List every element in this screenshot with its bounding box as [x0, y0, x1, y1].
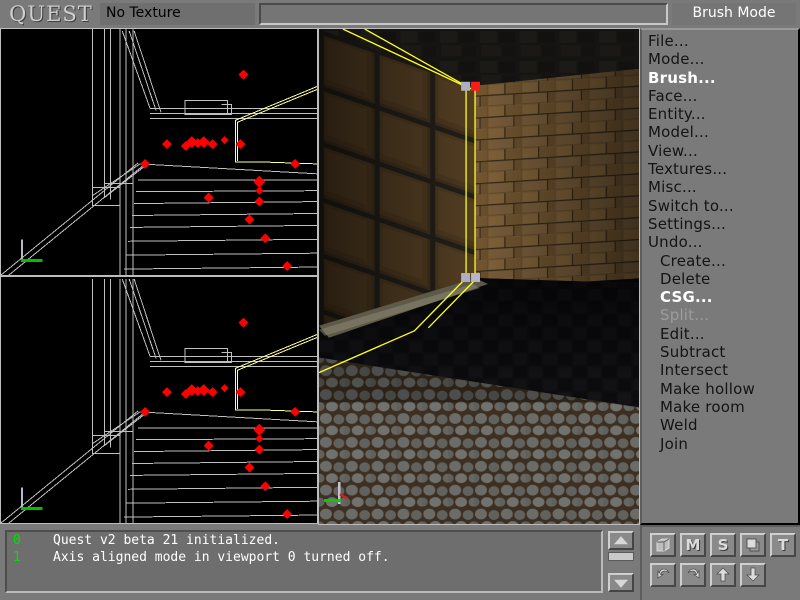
status-field[interactable] [259, 3, 668, 25]
arrow-down-icon [745, 567, 761, 583]
redo-arrow-icon [685, 567, 702, 583]
console-line: 1Axis aligned mode in viewport 0 turned … [7, 549, 601, 566]
active-handle [471, 82, 480, 91]
menu-item-make-room[interactable]: Make room [648, 398, 794, 416]
console-line-text: Axis aligned mode in viewport 0 turned o… [53, 550, 390, 565]
menu-item-list: File...Mode...Brush...Face...Entity...Mo… [648, 32, 794, 453]
console-scrollbar[interactable] [607, 530, 635, 593]
brush-tool-button[interactable] [650, 533, 676, 557]
menu-item-settings[interactable]: Settings... [648, 215, 794, 233]
menu-item-file[interactable]: File... [648, 32, 794, 50]
menu-item-model[interactable]: Model... [648, 123, 794, 141]
viewport-0[interactable] [0, 28, 318, 276]
menu-item-undo[interactable]: Undo... [648, 233, 794, 251]
menu-item-join[interactable]: Join [648, 435, 794, 453]
scrollbar-thumb[interactable] [608, 552, 634, 561]
menu-item-intersect[interactable]: Intersect [648, 361, 794, 379]
select-tool-button[interactable]: S [710, 533, 736, 557]
arrow-up-icon [715, 567, 731, 583]
console-line-number: 0 [7, 532, 53, 549]
console-output[interactable]: 0Quest v2 beta 21 initialized.1Axis alig… [5, 530, 603, 593]
top-toolbar: QUEST No Texture Brush Mode [0, 0, 800, 28]
viewport-1-canvas [1, 277, 317, 523]
viewport-1[interactable] [0, 276, 318, 524]
console-area: 0Quest v2 beta 21 initialized.1Axis alig… [0, 525, 640, 600]
menu-item-delete[interactable]: Delete [648, 270, 794, 288]
console-line-number: 1 [7, 549, 53, 566]
menu-item-make-hollow[interactable]: Make hollow [648, 380, 794, 398]
edit-mode-indicator[interactable]: Brush Mode [672, 3, 796, 25]
current-texture-field[interactable]: No Texture [100, 3, 255, 25]
viewport-2-canvas [319, 29, 639, 524]
cube-icon [655, 537, 671, 553]
raise-button[interactable] [710, 563, 736, 587]
lower-button[interactable] [740, 563, 766, 587]
squares-icon [745, 537, 761, 553]
triangle-up-icon [614, 536, 628, 544]
menu-item-csg[interactable]: CSG... [648, 288, 794, 306]
triangle-down-icon [614, 579, 628, 587]
command-menu-panel: File...Mode...Brush...Face...Entity...Mo… [640, 28, 800, 525]
menu-item-face[interactable]: Face... [648, 87, 794, 105]
scroll-up-button[interactable] [608, 531, 634, 550]
menu-item-weld[interactable]: Weld [648, 416, 794, 434]
console-line-text: Quest v2 beta 21 initialized. [53, 533, 280, 548]
menu-item-subtract[interactable]: Subtract [648, 343, 794, 361]
quest-editor-window: QUEST No Texture Brush Mode [0, 0, 800, 600]
undo-button[interactable] [650, 563, 676, 587]
viewport-2[interactable] [318, 28, 640, 525]
menu-item-textures[interactable]: Textures... [648, 160, 794, 178]
model-tool-button[interactable]: M [680, 533, 706, 557]
menu-item-edit[interactable]: Edit... [648, 325, 794, 343]
menu-item-switch-to[interactable]: Switch to... [648, 197, 794, 215]
texture-tool-button[interactable]: T [770, 533, 796, 557]
menu-item-create[interactable]: Create... [648, 252, 794, 270]
menu-item-split: Split... [648, 306, 794, 324]
menu-item-mode[interactable]: Mode... [648, 50, 794, 68]
letter-s-icon: S [718, 536, 729, 554]
bottom-toolbar: M S T [640, 525, 800, 600]
viewport-0-canvas [1, 29, 317, 275]
letter-m-icon: M [686, 536, 701, 554]
console-line: 0Quest v2 beta 21 initialized. [7, 532, 601, 549]
letter-t-icon: T [778, 536, 788, 554]
menu-item-view[interactable]: View... [648, 142, 794, 160]
redo-button[interactable] [680, 563, 706, 587]
undo-arrow-icon [655, 567, 672, 583]
menu-item-entity[interactable]: Entity... [648, 105, 794, 123]
menu-item-misc[interactable]: Misc... [648, 178, 794, 196]
scroll-down-button[interactable] [608, 573, 634, 592]
face-tool-button[interactable] [740, 533, 766, 557]
menu-item-brush[interactable]: Brush... [648, 69, 794, 87]
app-logo: QUEST [8, 2, 94, 26]
